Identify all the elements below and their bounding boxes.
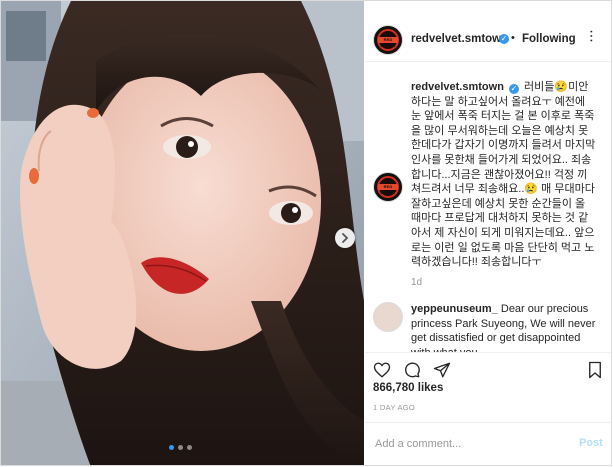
- caption-timestamp[interactable]: 1d: [411, 277, 422, 288]
- more-options-icon[interactable]: ...: [586, 29, 604, 42]
- comment-icon[interactable]: [403, 361, 421, 379]
- verified-badge-icon: ✓: [499, 34, 509, 44]
- post-photo[interactable]: [1, 1, 364, 465]
- post-modal: RED VELVET redvelvet.smtown ✓ • Followin…: [0, 0, 612, 466]
- comment-username[interactable]: yeppeunuseum_: [411, 303, 498, 315]
- comment: yeppeunuseum_ Dear our precious princess…: [411, 302, 597, 352]
- header-username[interactable]: redvelvet.smtown: [411, 33, 508, 45]
- caption-username[interactable]: redvelvet.smtown: [411, 81, 504, 93]
- post-caption: redvelvet.smtown ✓ 러비들😢미안하다는 말 하고싶어서 올려요…: [411, 80, 597, 270]
- carousel-dot: [178, 445, 183, 450]
- chevron-right-icon: [342, 233, 349, 243]
- post-header: RED VELVET redvelvet.smtown ✓ • Followin…: [365, 1, 611, 62]
- photo-image: [1, 1, 364, 465]
- commenter-avatar[interactable]: [373, 302, 403, 332]
- action-bar: [365, 352, 611, 380]
- caption-text: 러비들😢미안하다는 말 하고싶어서 올려요ㅜ 예전에 눈 앞에서 폭죽 터지는 …: [411, 81, 596, 269]
- heart-icon[interactable]: [373, 361, 391, 379]
- caption-avatar[interactable]: RED VELVET: [373, 172, 403, 202]
- carousel-dot-active: [169, 445, 174, 450]
- share-icon[interactable]: [433, 361, 451, 379]
- add-comment-bar: Post: [365, 422, 611, 465]
- post-timestamp[interactable]: 1 DAY AGO: [373, 403, 415, 412]
- post-sidebar: RED VELVET redvelvet.smtown ✓ • Followin…: [365, 1, 611, 465]
- carousel-dot: [187, 445, 192, 450]
- post-comment-button[interactable]: Post: [579, 437, 603, 449]
- carousel-indicator: [169, 445, 192, 450]
- verified-badge-icon: ✓: [508, 84, 519, 94]
- next-photo-button[interactable]: [335, 228, 355, 248]
- bookmark-icon[interactable]: [586, 361, 604, 379]
- avatar-logo: RED VELVET: [378, 37, 398, 48]
- comment-input[interactable]: [373, 433, 547, 455]
- following-button[interactable]: Following: [522, 33, 576, 45]
- likes-count[interactable]: 866,780 likes: [373, 382, 443, 394]
- avatar-logo: RED VELVET: [378, 184, 398, 195]
- comments-list[interactable]: RED VELVET redvelvet.smtown ✓ 러비들😢미안하다는 …: [365, 62, 603, 352]
- header-separator: •: [511, 32, 515, 44]
- avatar[interactable]: RED VELVET: [373, 25, 403, 55]
